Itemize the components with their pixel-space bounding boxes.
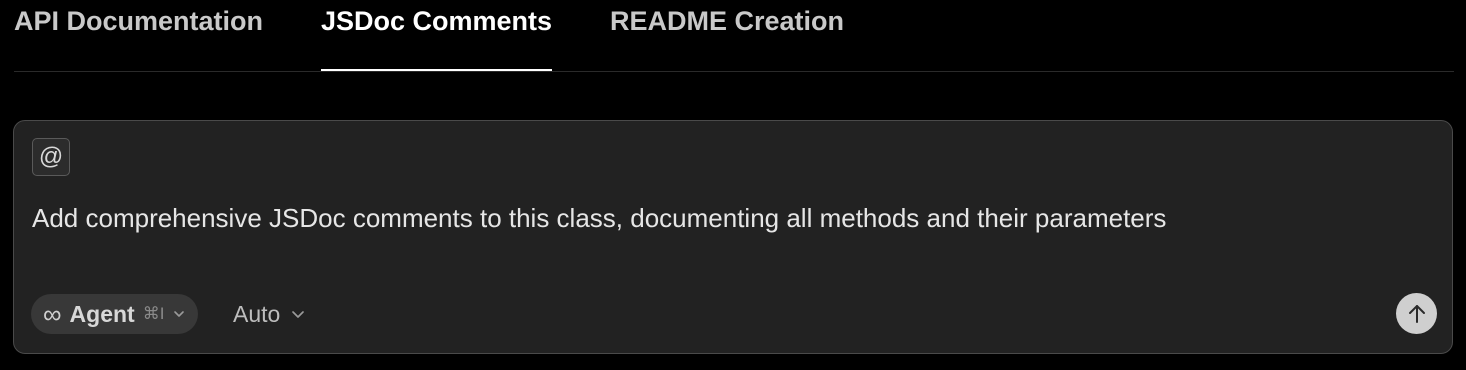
at-icon: @ xyxy=(38,143,64,170)
tab-readme-creation[interactable]: README Creation xyxy=(610,6,844,70)
tab-api-documentation[interactable]: API Documentation xyxy=(14,6,263,70)
chevron-down-icon xyxy=(174,311,185,317)
tab-bar: API Documentation JSDoc Comments README … xyxy=(14,0,1454,72)
model-selector[interactable]: Auto xyxy=(233,294,306,334)
chat-composer: @ Add comprehensive JSDoc comments to th… xyxy=(13,120,1453,354)
infinity-icon: ∞ xyxy=(43,299,62,329)
agent-mode-label: Agent xyxy=(69,300,135,327)
prompt-input[interactable]: Add comprehensive JSDoc comments to this… xyxy=(32,203,1166,234)
chevron-down-icon xyxy=(292,311,305,318)
mention-button[interactable]: @ xyxy=(32,138,70,176)
tab-jsdoc-comments[interactable]: JSDoc Comments xyxy=(321,6,553,71)
arrow-up-icon xyxy=(1408,304,1425,323)
agent-shortcut-hint: ⌘I xyxy=(142,304,165,323)
agent-mode-button[interactable]: ∞ Agent ⌘I xyxy=(31,294,199,334)
model-label: Auto xyxy=(233,300,281,327)
send-button[interactable] xyxy=(1396,293,1437,334)
